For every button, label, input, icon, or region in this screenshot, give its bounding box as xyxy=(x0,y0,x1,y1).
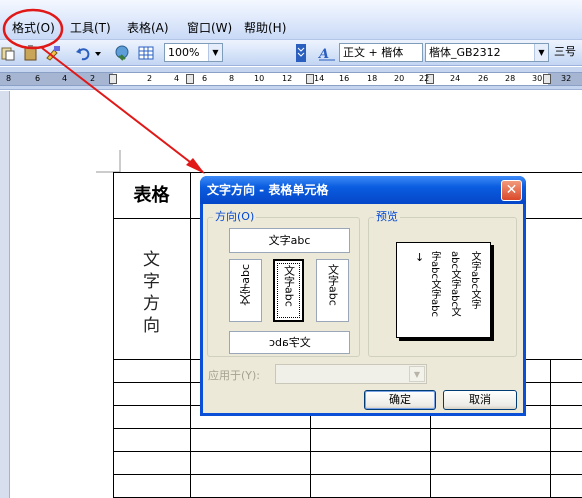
ruler-tick: 8 xyxy=(6,74,12,83)
text-direction-dialog: 文字方向 - 表格单元格 ✕ 方向(O) 文字abc 文字abc 文字abc 文… xyxy=(200,176,526,416)
cancel-button[interactable]: 取消 xyxy=(443,390,517,410)
orientation-group: 方向(O) 文字abc 文字abc 文字abc 文字abc 文字abc xyxy=(207,210,360,357)
undo-icon[interactable] xyxy=(74,44,92,62)
dialog-body: 方向(O) 文字abc 文字abc 文字abc 文字abc 文字abc 预览 ↓… xyxy=(203,204,523,413)
vertical-char: 向 xyxy=(143,316,160,336)
option-horizontal-text: 文字abc xyxy=(268,234,311,247)
column-marker[interactable] xyxy=(306,74,314,84)
orientation-group-label: 方向(O) xyxy=(213,210,257,224)
ruler-tick: 32 xyxy=(561,74,572,83)
zoom-value: 100% xyxy=(168,46,200,59)
preview-column: 文字abc文字 xyxy=(469,251,480,309)
table-header-cell[interactable]: 表格 xyxy=(113,173,190,219)
ok-button-label: 确定 xyxy=(389,393,411,406)
menu-window[interactable]: 窗口(W) xyxy=(187,19,232,37)
ruler-tick: 24 xyxy=(450,74,461,83)
close-button[interactable]: ✕ xyxy=(501,180,522,201)
menu-bar: 格式(O) 工具(T) 表格(A) 窗口(W) 帮助(H) xyxy=(0,0,582,40)
vertical-text-cell[interactable]: 文 字 方 向 xyxy=(113,219,190,359)
menu-table[interactable]: 表格(A) xyxy=(127,19,169,37)
ruler-tick: 26 xyxy=(478,74,489,83)
option-vertical-stacked[interactable]: 文字abc xyxy=(273,259,304,322)
preview-group-label: 预览 xyxy=(374,210,400,224)
option-vertical-stacked-text: 文字abc xyxy=(282,265,296,307)
vertical-char: 方 xyxy=(143,294,160,314)
option-vertical-rotated-right[interactable]: 文字abc xyxy=(316,259,349,322)
arrow-down-icon: ↓ xyxy=(415,251,425,264)
option-vertical-rotated-left[interactable]: 文字abc xyxy=(229,259,262,322)
vertical-char: 文 xyxy=(143,250,160,270)
preview-page: ↓ 文字abc文字 abc文字abc文 字abc文字abc xyxy=(396,242,491,338)
ruler-tick: 22 xyxy=(419,74,430,83)
option-vertical-left-text: 文字abc xyxy=(238,264,252,306)
column-marker[interactable] xyxy=(543,74,551,84)
cancel-button-label: 取消 xyxy=(469,393,491,406)
vertical-char: 字 xyxy=(143,272,160,292)
column-marker[interactable] xyxy=(109,74,117,84)
apply-to-label: 应用于(Y): xyxy=(208,369,261,382)
horizontal-ruler: 8 6 4 2 2 4 6 8 10 12 14 16 18 20 22 24 … xyxy=(0,67,582,90)
preview-column: 字abc文字abc xyxy=(429,251,440,317)
ruler-tick: 4 xyxy=(174,74,180,83)
option-mirrored-text: 文字abc xyxy=(268,336,311,349)
chevron-down-icon[interactable]: ▼ xyxy=(534,44,548,61)
undo-dropdown-icon[interactable] xyxy=(94,44,102,62)
format-painter-icon[interactable] xyxy=(44,44,62,62)
menu-help[interactable]: 帮助(H) xyxy=(244,19,286,37)
ruler-tick: 8 xyxy=(229,74,235,83)
apply-to-select: ▼ xyxy=(275,364,427,384)
close-icon: ✕ xyxy=(505,182,518,198)
option-horizontal[interactable]: 文字abc xyxy=(229,228,350,253)
option-vertical-right-text: 文字abc xyxy=(326,264,340,306)
size-value: 三号 xyxy=(554,45,576,58)
paste-icon[interactable] xyxy=(0,44,18,62)
formatting-toolbar: 100% ▼ A 正文 + 楷体 楷体_GB2312 ▼ 三号 xyxy=(0,40,582,66)
preview-column: abc文字abc文 xyxy=(449,251,460,317)
toolbar-overflow-icon[interactable] xyxy=(296,44,306,62)
ruler-tick: 30 xyxy=(532,74,543,83)
ruler-tick: 4 xyxy=(62,74,68,83)
ruler-tick: 18 xyxy=(367,74,378,83)
ruler-tick: 12 xyxy=(282,74,293,83)
left-scroll-area xyxy=(0,91,10,498)
ruler-tick: 6 xyxy=(202,74,208,83)
hyperlink-icon[interactable] xyxy=(113,44,131,62)
ruler-tick: 2 xyxy=(90,74,96,83)
ruler-margin-left xyxy=(0,73,113,85)
ok-button[interactable]: 确定 xyxy=(364,390,436,410)
dialog-title: 文字方向 - 表格单元格 xyxy=(207,183,329,197)
option-horizontal-mirrored[interactable]: 文字abc xyxy=(229,331,350,354)
font-value: 楷体_GB2312 xyxy=(429,46,501,59)
ruler-tick: 20 xyxy=(394,74,405,83)
ruler-tick: 10 xyxy=(254,74,265,83)
table-icon[interactable] xyxy=(137,44,155,62)
ruler-tick: 16 xyxy=(339,74,350,83)
style-combo[interactable]: 正文 + 楷体 xyxy=(339,43,423,62)
ruler-tick: 2 xyxy=(147,74,153,83)
styles-icon[interactable]: A xyxy=(318,44,336,62)
ruler-tick: 6 xyxy=(35,74,41,83)
menu-tools[interactable]: 工具(T) xyxy=(70,19,111,37)
clipboard-icon[interactable] xyxy=(22,44,40,62)
ruler-tick: 28 xyxy=(505,74,516,83)
size-combo[interactable]: 三号 xyxy=(551,43,582,62)
dialog-title-bar[interactable]: 文字方向 - 表格单元格 ✕ xyxy=(200,176,526,204)
chevron-down-icon[interactable]: ▼ xyxy=(208,44,222,61)
column-marker[interactable] xyxy=(186,74,194,84)
preview-group: 预览 ↓ 文字abc文字 abc文字abc文 字abc文字abc xyxy=(368,210,517,357)
zoom-combo[interactable]: 100% ▼ xyxy=(164,43,223,62)
font-combo[interactable]: 楷体_GB2312 ▼ xyxy=(425,43,549,62)
ruler-tick: 14 xyxy=(314,74,325,83)
chevron-down-icon: ▼ xyxy=(409,366,425,382)
style-value: 正文 + 楷体 xyxy=(343,46,404,59)
menu-format[interactable]: 格式(O) xyxy=(12,19,55,37)
ruler-strip: 8 6 4 2 2 4 6 8 10 12 14 16 18 20 22 24 … xyxy=(0,72,582,86)
